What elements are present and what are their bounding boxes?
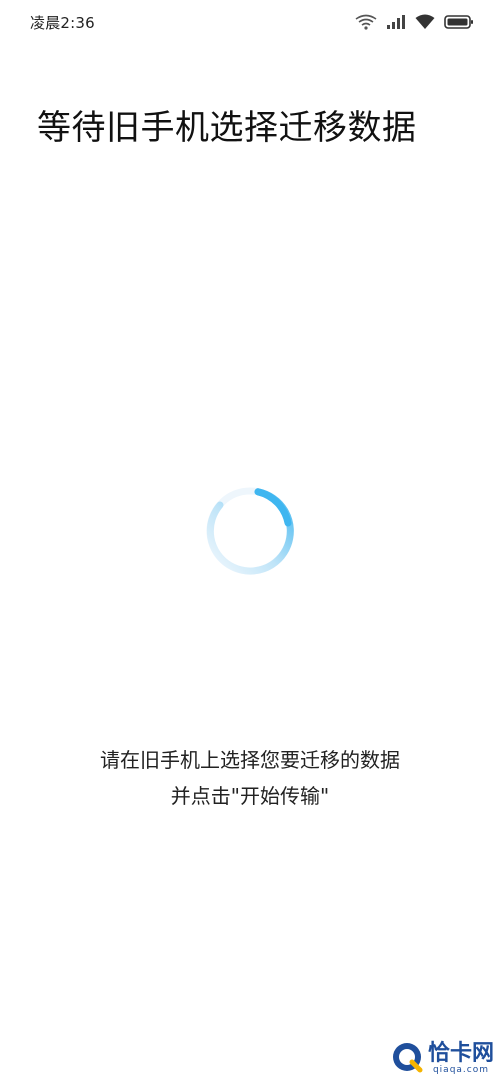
wifi-signal-icon (355, 14, 377, 30)
spinner-graphic (206, 487, 294, 575)
page-title: 等待旧手机选择迁移数据 (37, 108, 417, 148)
watermark-url: qiaqa.com (432, 1065, 490, 1075)
battery-icon (444, 14, 474, 30)
watermark-text: 恰卡网 qiaqa.com (427, 1041, 494, 1076)
status-bar: 凌晨2:36 (0, 0, 500, 44)
watermark-logo-icon (390, 1040, 424, 1078)
watermark: 恰卡网 qiaqa.com (390, 1040, 494, 1078)
loading-spinner (202, 483, 298, 579)
instruction-line-1: 请在旧手机上选择您要迁移的数据 (100, 748, 400, 772)
wifi-icon (415, 14, 435, 30)
status-icons (355, 12, 474, 32)
watermark-brand: 恰卡网 (427, 1041, 494, 1066)
instruction-line-2: 并点击"开始传输" (170, 784, 330, 808)
cellular-signal-icon (386, 14, 406, 30)
status-time: 凌晨2:36 (30, 14, 95, 32)
instruction-text: 请在旧手机上选择您要迁移的数据 并点击"开始传输" (0, 742, 500, 814)
